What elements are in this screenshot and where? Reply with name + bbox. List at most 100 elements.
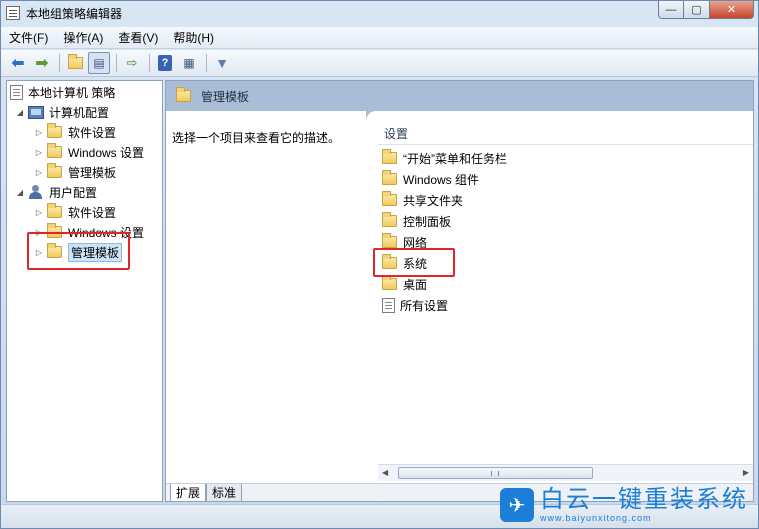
title-bar: 本地组策略编辑器 — ▢ ✕ xyxy=(1,1,758,25)
folder-icon xyxy=(47,163,62,178)
list-item-label: Windows 组件 xyxy=(403,172,480,187)
list-item-label: “开始”菜单和任务栏 xyxy=(403,151,507,166)
menu-file[interactable]: 文件(F) xyxy=(9,29,48,46)
description-text: 选择一个项目来查看它的描述。 xyxy=(172,131,341,145)
scroll-grip-icon xyxy=(491,471,499,476)
export-button[interactable]: ⇨ xyxy=(121,52,143,74)
up-folder-icon xyxy=(67,54,83,69)
expanded-triangle-icon[interactable]: ◢ xyxy=(15,108,25,117)
folder-icon xyxy=(382,212,397,227)
list-item-shared-folders[interactable]: 共享文件夹 xyxy=(382,190,463,210)
computer-icon xyxy=(28,105,44,119)
tree-item-label: 本地计算机 策略 xyxy=(28,85,116,100)
app-icon xyxy=(6,6,20,20)
forward-button[interactable]: ➡ xyxy=(31,52,53,74)
folder-icon xyxy=(382,275,397,290)
tab-standard[interactable]: 标准 xyxy=(206,484,243,502)
menu-view[interactable]: 查看(V) xyxy=(118,29,158,46)
folder-icon xyxy=(382,149,397,164)
watermark: ✈ 白云一键重装系统 www.baiyunxitong.com xyxy=(500,484,748,526)
menu-action[interactable]: 操作(A) xyxy=(63,29,103,46)
forward-arrow-icon: ➡ xyxy=(35,55,49,72)
column-header-settings[interactable]: 设置 xyxy=(378,123,753,145)
toolbar: ⬅ ➡ ▤ ⇨ ? ▦ ▼ xyxy=(1,50,758,77)
tree-item-label: Windows 设置 xyxy=(68,145,145,160)
list-item-label: 控制面板 xyxy=(403,214,452,229)
list-item-windows-components[interactable]: Windows 组件 xyxy=(382,169,479,189)
header-curve xyxy=(366,111,753,121)
toolbar-separator xyxy=(59,54,60,72)
scroll-left-icon[interactable]: ◀ xyxy=(382,468,388,477)
filter-icon: ▼ xyxy=(215,55,229,71)
tree-item-label: 用户配置 xyxy=(49,185,98,200)
help-icon: ? xyxy=(158,55,172,71)
show-tree-button[interactable]: ▤ xyxy=(88,52,110,74)
collapsed-triangle-icon[interactable]: ▷ xyxy=(34,128,44,137)
export-icon: ⇨ xyxy=(126,55,138,70)
show-tree-icon: ▤ xyxy=(93,56,105,70)
back-arrow-icon: ⬅ xyxy=(11,55,25,72)
tree-item-computer-software[interactable]: ▷ 软件设置 xyxy=(34,123,116,141)
filter-button[interactable]: ▼ xyxy=(211,52,233,74)
folder-icon xyxy=(47,203,62,218)
tab-extended[interactable]: 扩展 xyxy=(170,484,207,502)
folder-icon xyxy=(47,143,62,158)
tree-item-computer-admin-templates[interactable]: ▷ 管理模板 xyxy=(34,163,116,181)
tree-item-root[interactable]: 本地计算机 策略 xyxy=(10,83,115,101)
tree-item-computer-windows[interactable]: ▷ Windows 设置 xyxy=(34,143,144,161)
tree-item-computer-config[interactable]: ◢ 计算机配置 xyxy=(15,103,109,121)
tree-item-user-config[interactable]: ◢ 用户配置 xyxy=(15,183,97,201)
list-item-control-panel[interactable]: 控制面板 xyxy=(382,211,451,231)
tree-item-label: 软件设置 xyxy=(68,205,117,220)
list-item-label: 桌面 xyxy=(403,277,428,292)
horizontal-scrollbar[interactable]: ◀ ▶ xyxy=(378,464,753,481)
scroll-thumb[interactable] xyxy=(398,467,593,479)
app-window: 本地组策略编辑器 — ▢ ✕ 文件(F) 操作(A) 查看(V) 帮助(H) ⬅… xyxy=(0,0,759,529)
list-item-desktop[interactable]: 桌面 xyxy=(382,274,427,294)
collapsed-triangle-icon[interactable]: ▷ xyxy=(34,208,44,217)
menu-help[interactable]: 帮助(H) xyxy=(173,29,214,46)
folder-icon xyxy=(382,170,397,185)
minimize-button[interactable]: — xyxy=(658,1,684,19)
tree-item-label: 计算机配置 xyxy=(49,105,110,120)
list-item-label: 所有设置 xyxy=(400,298,449,313)
folder-icon xyxy=(382,191,397,206)
toolbar-separator xyxy=(149,54,150,72)
folder-icon xyxy=(176,87,191,102)
up-folder-button[interactable] xyxy=(64,52,86,74)
settings-list[interactable]: 设置 “开始”菜单和任务栏 Windows 组件 共享文件夹 控制面板 网络 系… xyxy=(373,121,753,481)
back-button[interactable]: ⬅ xyxy=(7,52,29,74)
collapsed-triangle-icon[interactable]: ▷ xyxy=(34,168,44,177)
list-item-start-menu[interactable]: “开始”菜单和任务栏 xyxy=(382,148,507,168)
expanded-triangle-icon[interactable]: ◢ xyxy=(15,188,25,197)
folder-icon xyxy=(47,123,62,138)
properties-button[interactable]: ▦ xyxy=(178,52,200,74)
toolbar-separator xyxy=(206,54,207,72)
toolbar-separator xyxy=(116,54,117,72)
tree-item-user-software[interactable]: ▷ 软件设置 xyxy=(34,203,116,221)
window-controls: — ▢ ✕ xyxy=(658,1,754,19)
watermark-text: 白云一键重装系统 www.baiyunxitong.com xyxy=(540,486,748,524)
window-title: 本地组策略编辑器 xyxy=(26,6,123,21)
maximize-button[interactable]: ▢ xyxy=(684,1,710,19)
help-button[interactable]: ? xyxy=(154,52,176,74)
properties-icon: ▦ xyxy=(183,56,195,70)
tree-item-label: 软件设置 xyxy=(68,125,117,140)
close-button[interactable]: ✕ xyxy=(710,1,754,19)
scroll-right-icon[interactable]: ▶ xyxy=(743,468,749,477)
list-item-all-settings[interactable]: 所有设置 xyxy=(382,295,448,315)
tree-item-label: 管理模板 xyxy=(68,165,117,180)
red-highlight-box xyxy=(373,248,455,277)
tree-pane[interactable]: 本地计算机 策略 ◢ 计算机配置 ▷ 软件设置 ▷ Windows 设置 ▷ 管… xyxy=(6,80,163,502)
bird-logo-icon: ✈ xyxy=(500,488,534,522)
watermark-url: www.baiyunxitong.com xyxy=(540,513,652,523)
pane-header-title: 管理模板 xyxy=(201,89,250,104)
watermark-title: 白云一键重装系统 xyxy=(540,486,748,513)
list-item-label: 共享文件夹 xyxy=(403,193,464,208)
all-settings-icon xyxy=(382,297,395,313)
menu-bar: 文件(F) 操作(A) 查看(V) 帮助(H) xyxy=(1,27,758,49)
users-icon xyxy=(28,185,44,199)
pane-header: 管理模板 xyxy=(166,81,753,111)
collapsed-triangle-icon[interactable]: ▷ xyxy=(34,148,44,157)
policy-doc-icon xyxy=(10,84,23,100)
